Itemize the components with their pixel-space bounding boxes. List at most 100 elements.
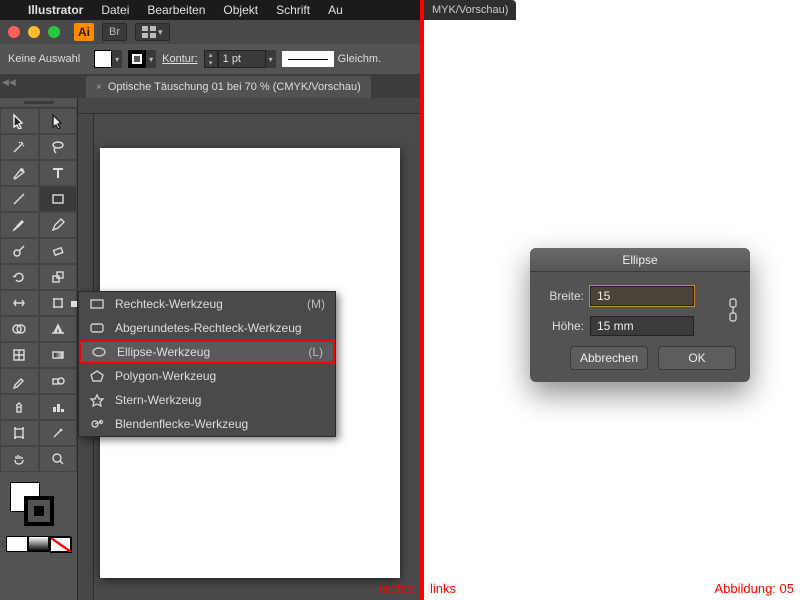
ok-button[interactable]: OK [658, 346, 736, 370]
stroke-swatch[interactable] [128, 50, 146, 68]
slice-tool[interactable] [39, 420, 78, 446]
document-tabstrip: ◀◀ × Optische Täuschung 01 bei 70 % (CMY… [0, 74, 420, 98]
flyout-label: Rechteck-Werkzeug [115, 297, 223, 311]
caption-left: rechts [379, 581, 414, 596]
direct-selection-tool[interactable] [39, 108, 78, 134]
dialog-title: Ellipse [530, 248, 750, 272]
pen-tool[interactable] [0, 160, 39, 186]
menu-datei[interactable]: Datei [101, 3, 129, 17]
control-bar: Keine Auswahl ▾ ▾ Kontur: ▴▾ 1 pt ▾ Glei… [0, 44, 420, 74]
panel-flyout-icon[interactable]: ◀◀ [2, 78, 16, 86]
flyout-item-rectangle[interactable]: Rechteck-Werkzeug (M) [79, 292, 335, 316]
fill-dropdown[interactable]: ▾ [112, 50, 122, 68]
document-tab-title: Optische Täuschung 01 bei 70 % (CMYK/Vor… [108, 81, 361, 93]
eraser-tool[interactable] [39, 238, 78, 264]
bridge-button[interactable]: Br [102, 23, 127, 41]
stroke-weight-field[interactable]: 1 pt [218, 50, 266, 68]
flyout-item-polygon[interactable]: Polygon-Werkzeug [79, 364, 335, 388]
stroke-box[interactable] [24, 496, 54, 526]
selection-status: Keine Auswahl [8, 53, 80, 65]
menu-objekt[interactable]: Objekt [223, 3, 258, 17]
width-field[interactable] [590, 286, 694, 306]
width-tool[interactable] [0, 290, 39, 316]
flyout-item-rounded-rectangle[interactable]: Abgerundetes-Rechteck-Werkzeug [79, 316, 335, 340]
traffic-light-zoom[interactable] [48, 26, 60, 38]
rectangle-tool[interactable] [39, 186, 78, 212]
stroke-weight-dropdown[interactable]: ▾ [266, 50, 276, 68]
color-mode-color[interactable] [6, 536, 28, 552]
hand-tool[interactable] [0, 446, 39, 472]
stroke-label[interactable]: Kontur: [162, 53, 197, 65]
symbol-sprayer-tool[interactable] [0, 394, 39, 420]
star-icon [89, 393, 105, 407]
pencil-tool[interactable] [39, 212, 78, 238]
column-graph-tool[interactable] [39, 394, 78, 420]
flare-icon [89, 417, 105, 431]
rect-icon [89, 297, 105, 311]
blob-brush-tool[interactable] [0, 238, 39, 264]
perspective-grid-tool[interactable] [39, 316, 78, 342]
flyout-item-ellipse[interactable]: Ellipse-Werkzeug (L) [79, 340, 335, 364]
menu-bearbeiten[interactable]: Bearbeiten [147, 3, 205, 17]
horizontal-ruler[interactable] [78, 98, 420, 114]
stroke-stepper[interactable]: ▴▾ [204, 50, 218, 68]
stroke-dropdown[interactable]: ▾ [146, 50, 156, 68]
type-tool[interactable] [39, 160, 78, 186]
fill-swatch[interactable] [94, 50, 112, 68]
flyout-label: Polygon-Werkzeug [115, 369, 216, 383]
caption-right-left: links [430, 581, 456, 596]
flyout-label: Abgerundetes-Rechteck-Werkzeug [115, 321, 302, 335]
color-mode-gradient[interactable] [28, 536, 50, 552]
grid-icon [142, 26, 156, 38]
width-label: Breite: [544, 289, 584, 303]
document-tab[interactable]: × Optische Täuschung 01 bei 70 % (CMYK/V… [86, 76, 371, 98]
ai-badge: Ai [74, 23, 94, 41]
lasso-tool[interactable] [39, 134, 78, 160]
color-mode-none[interactable] [49, 536, 71, 552]
roundrect-icon [89, 321, 105, 335]
selection-tool[interactable] [0, 108, 39, 134]
fill-stroke-indicator[interactable] [6, 478, 71, 530]
zoom-tool[interactable] [39, 446, 78, 472]
menu-schrift[interactable]: Schrift [276, 3, 310, 17]
ellipse-dialog: Ellipse Breite: Höhe: Abbrechen OK [530, 248, 750, 382]
tab-title-fragment: MYK/Vorschau) [424, 0, 516, 20]
toolbox [0, 98, 78, 600]
app-name[interactable]: Illustrator [28, 3, 83, 17]
flyout-item-star[interactable]: Stern-Werkzeug [79, 388, 335, 412]
flyout-shortcut: (L) [308, 345, 323, 359]
stroke-style-label: Gleichm. [338, 53, 381, 65]
ellipse-icon [91, 345, 107, 359]
stroke-style-preview[interactable] [282, 51, 334, 67]
magic-wand-tool[interactable] [0, 134, 39, 160]
mesh-tool[interactable] [0, 342, 39, 368]
flyout-shortcut: (M) [307, 297, 325, 311]
eyedropper-tool[interactable] [0, 368, 39, 394]
line-segment-tool[interactable] [0, 186, 39, 212]
work-area: Rechteck-Werkzeug (M) Abgerundetes-Recht… [0, 98, 420, 600]
scale-tool[interactable] [39, 264, 78, 290]
shape-builder-tool[interactable] [0, 316, 39, 342]
gradient-tool[interactable] [39, 342, 78, 368]
blend-tool[interactable] [39, 368, 78, 394]
toolbox-grip[interactable] [0, 98, 77, 108]
rotate-tool[interactable] [0, 264, 39, 290]
arrange-documents-button[interactable]: ▾ [135, 23, 170, 41]
close-tab-icon[interactable]: × [96, 82, 102, 93]
link-dimensions-icon[interactable] [726, 296, 740, 327]
active-tool-indicator [71, 301, 77, 307]
height-label: Höhe: [544, 319, 584, 333]
paintbrush-tool[interactable] [0, 212, 39, 238]
traffic-light-close[interactable] [8, 26, 20, 38]
flyout-label: Stern-Werkzeug [115, 393, 201, 407]
artboard-tool[interactable] [0, 420, 39, 446]
flyout-item-flare[interactable]: Blendenflecke-Werkzeug [79, 412, 335, 436]
height-field[interactable] [590, 316, 694, 336]
menu-truncated[interactable]: Au [328, 3, 343, 17]
traffic-light-minimize[interactable] [28, 26, 40, 38]
window-chrome: Ai Br ▾ [0, 20, 420, 44]
left-pane: Illustrator Datei Bearbeiten Objekt Schr… [0, 0, 420, 600]
mac-menubar: Illustrator Datei Bearbeiten Objekt Schr… [0, 0, 420, 20]
cancel-button[interactable]: Abbrechen [570, 346, 648, 370]
polygon-icon [89, 369, 105, 383]
